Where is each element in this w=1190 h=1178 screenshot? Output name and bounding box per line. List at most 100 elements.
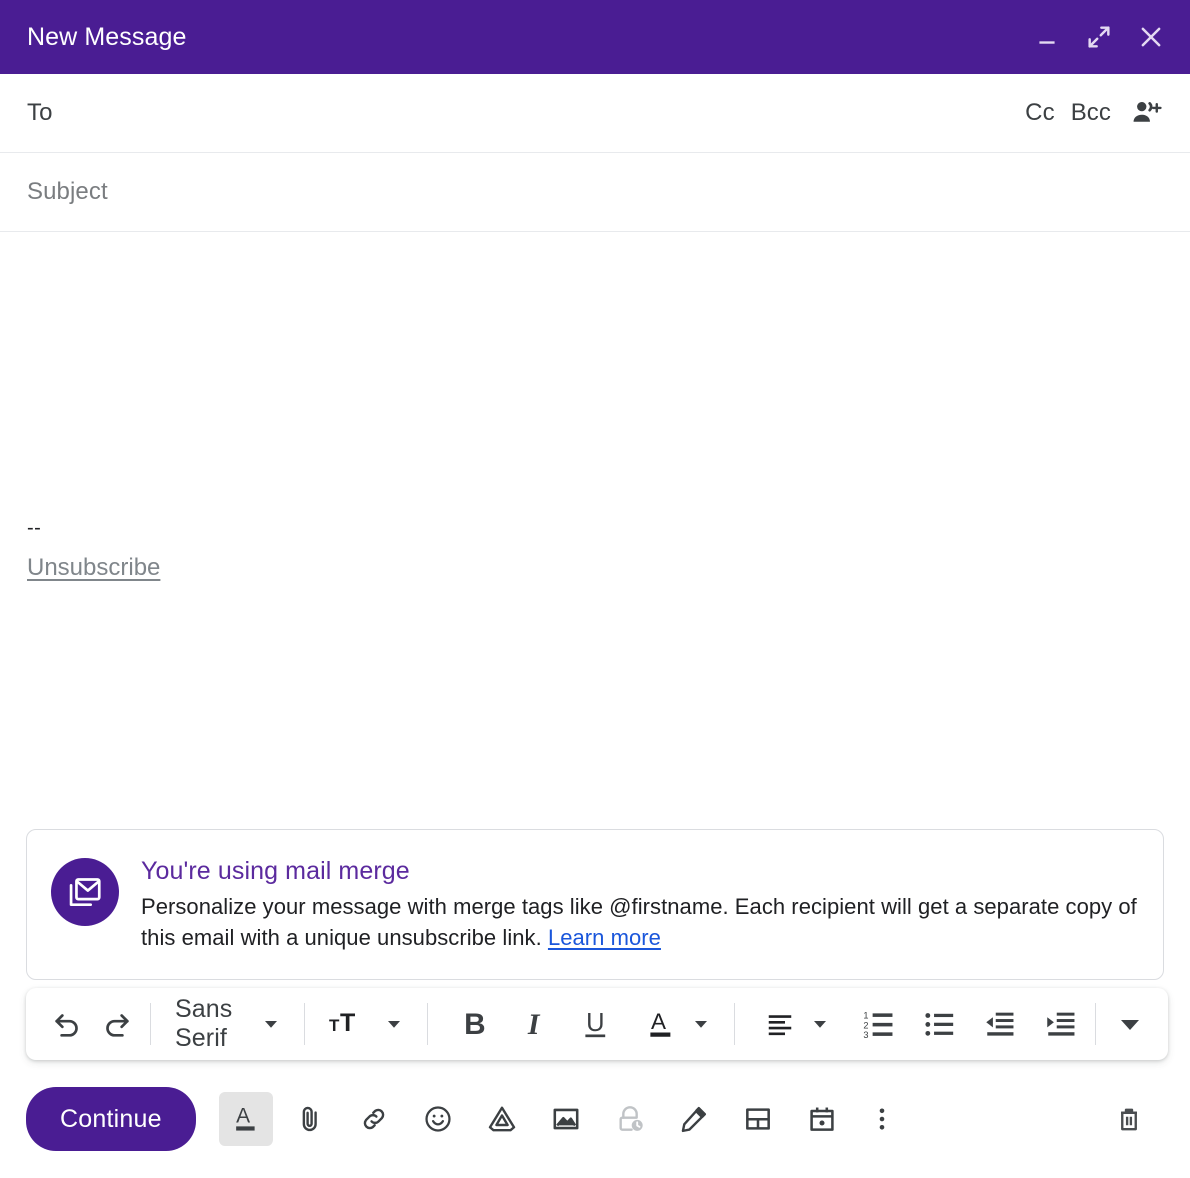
svg-text:B: B — [465, 1008, 487, 1041]
mail-merge-icon — [69, 878, 101, 907]
bold-icon: B — [465, 1008, 487, 1041]
emoji-icon — [425, 1106, 451, 1132]
layout-button[interactable] — [731, 1092, 785, 1146]
chevron-down-icon — [692, 1015, 710, 1033]
chevron-down-icon — [385, 1015, 403, 1033]
expand-icon — [1088, 26, 1110, 48]
to-field-row[interactable]: To Cc Bcc — [0, 74, 1190, 153]
window-title: New Message — [27, 22, 187, 51]
more-vertical-icon — [879, 1108, 884, 1130]
mail-merge-title: You're using mail merge — [141, 857, 410, 886]
undo-button[interactable] — [44, 1000, 92, 1048]
svg-text:3: 3 — [864, 1030, 869, 1040]
numbered-list-button[interactable]: 1 2 3 — [855, 1000, 903, 1048]
unsubscribe-link[interactable]: Unsubscribe — [27, 554, 160, 582]
add-people-icon — [1133, 101, 1162, 122]
align-dropdown[interactable] — [751, 1000, 843, 1048]
mail-merge-icon-circle — [51, 858, 119, 927]
svg-text:2: 2 — [864, 1020, 869, 1030]
formatting-options-icon: A — [235, 1105, 255, 1131]
bulleted-list-button[interactable] — [916, 1000, 964, 1048]
confidential-mode-button[interactable] — [603, 1092, 657, 1146]
text-color-icon: A — [646, 1007, 676, 1041]
close-icon — [1141, 27, 1161, 47]
insert-emoji-button[interactable] — [411, 1092, 465, 1146]
toolbar-divider — [150, 1003, 151, 1045]
lock-clock-icon — [619, 1106, 643, 1131]
svg-text:T: T — [340, 1009, 355, 1037]
svg-text:1: 1 — [864, 1010, 869, 1020]
indent-more-button[interactable] — [1037, 1000, 1085, 1048]
text-color-dropdown[interactable]: A — [632, 1000, 724, 1048]
indent-increase-icon — [1047, 1012, 1075, 1036]
message-body[interactable]: -- Unsubscribe — [0, 232, 1190, 829]
toolbar-divider — [1095, 1003, 1096, 1045]
calendar-icon — [810, 1107, 834, 1131]
font-family-label: Sans Serif — [175, 995, 233, 1052]
svg-text:T: T — [329, 1016, 340, 1035]
calendar-invite-button[interactable] — [795, 1092, 849, 1146]
align-left-icon — [765, 1009, 795, 1039]
indent-less-button[interactable] — [976, 1000, 1024, 1048]
underline-button[interactable]: U — [572, 1000, 620, 1048]
chevron-down-icon — [811, 1015, 829, 1033]
svg-text:A: A — [651, 1009, 666, 1034]
undo-icon — [55, 1014, 78, 1037]
minimize-button[interactable] — [1030, 20, 1064, 54]
learn-more-link[interactable]: Learn more — [548, 925, 661, 950]
attach-file-button[interactable] — [283, 1092, 337, 1146]
layout-icon — [745, 1108, 770, 1130]
redo-icon — [106, 1014, 129, 1037]
mail-merge-description: Personalize your message with merge tags… — [141, 891, 1141, 953]
toolbar-divider — [303, 1003, 305, 1045]
chevron-down-icon — [262, 1015, 280, 1033]
mail-merge-text: You're using mail merge Personalize your… — [141, 856, 1141, 953]
image-icon — [553, 1108, 579, 1130]
more-options-button[interactable] — [862, 1092, 902, 1146]
trash-icon — [1121, 1108, 1137, 1131]
insert-drive-button[interactable] — [475, 1092, 529, 1146]
font-size-dropdown[interactable]: T T — [315, 1000, 417, 1048]
continue-button[interactable]: Continue — [26, 1087, 196, 1151]
window-controls — [1030, 20, 1168, 54]
font-family-dropdown[interactable]: Sans Serif — [161, 995, 294, 1052]
subject-field-label: Subject — [27, 178, 108, 205]
add-people-button[interactable] — [1129, 96, 1163, 130]
numbered-list-icon: 1 2 3 — [864, 1010, 893, 1040]
indent-decrease-icon — [986, 1012, 1014, 1036]
cc-bcc-group: Cc Bcc — [1025, 96, 1163, 130]
bcc-button[interactable]: Bcc — [1071, 99, 1111, 127]
expand-button[interactable] — [1082, 20, 1116, 54]
insert-photo-button[interactable] — [539, 1092, 593, 1146]
insert-link-button[interactable] — [347, 1092, 401, 1146]
pen-icon — [681, 1107, 706, 1133]
insert-signature-button[interactable] — [667, 1092, 721, 1146]
window-header: New Message — [0, 0, 1190, 74]
italic-icon: I — [527, 1008, 541, 1041]
compose-window: New Message To Cc Bcc Subject -- Unsubsc… — [0, 0, 1190, 1178]
bulleted-list-icon — [925, 1013, 954, 1036]
link-icon — [363, 1108, 384, 1130]
close-button[interactable] — [1134, 20, 1168, 54]
discard-draft-button[interactable] — [1102, 1092, 1156, 1146]
message-body-text[interactable] — [27, 276, 1163, 396]
more-formatting-options-button[interactable] — [1106, 1000, 1154, 1048]
svg-text:I: I — [527, 1008, 541, 1041]
underline-icon: U — [584, 1009, 605, 1038]
formatting-options-button[interactable]: A — [218, 1092, 273, 1146]
formatting-toolbar: Sans Serif T T B I U A 1 2 3 — [26, 988, 1168, 1060]
subject-field-row[interactable]: Subject — [0, 153, 1190, 232]
redo-button[interactable] — [92, 1000, 140, 1048]
cc-button[interactable]: Cc — [1025, 99, 1055, 127]
to-field-label: To — [27, 99, 53, 126]
mail-merge-banner: You're using mail merge Personalize your… — [26, 829, 1164, 980]
svg-text:A: A — [236, 1105, 250, 1128]
paperclip-icon — [302, 1106, 317, 1132]
google-drive-icon — [488, 1106, 515, 1132]
signature-separator: -- — [27, 517, 42, 539]
toolbar-divider — [734, 1003, 736, 1045]
bold-button[interactable]: B — [450, 1000, 498, 1048]
italic-button[interactable]: I — [511, 1000, 559, 1048]
minimize-icon — [1039, 41, 1055, 44]
font-size-icon: T T — [329, 1009, 369, 1039]
